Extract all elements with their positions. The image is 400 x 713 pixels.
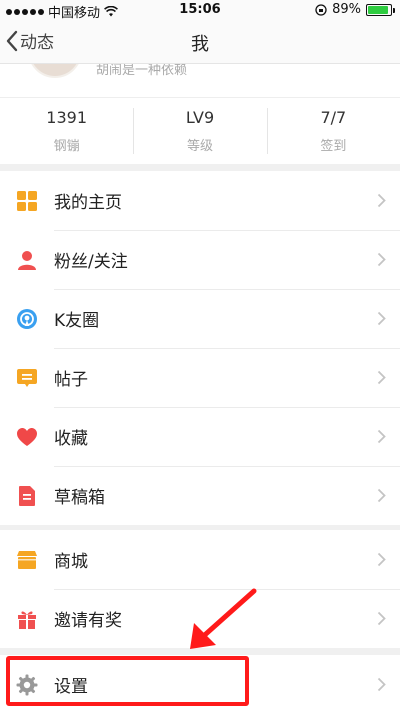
- gift-icon: [18, 611, 36, 629]
- chevron-right-icon: [377, 193, 386, 208]
- profile-signature: 胡闹是一种依赖: [96, 64, 188, 78]
- stat-label: 等级: [186, 139, 213, 154]
- person-icon: [18, 250, 36, 270]
- menu-group-main: 我的主页 粉丝/关注 K友圈 帖子 收藏 草稿箱: [0, 171, 400, 525]
- chevron-right-icon: [377, 429, 386, 444]
- broadcast-icon: [17, 308, 37, 329]
- menu-item-fans-follow[interactable]: 粉丝/关注: [0, 230, 400, 289]
- navigation-bar: 动态 我: [0, 20, 400, 64]
- menu-item-label: 草稿箱: [54, 488, 105, 508]
- profile-header[interactable]: 胡闹是一种依赖: [0, 64, 400, 98]
- stat-checkin[interactable]: 7/7 签到: [266, 98, 400, 164]
- menu-item-label: 商城: [54, 552, 88, 572]
- stat-value: LV9: [185, 108, 215, 127]
- menu-item-posts[interactable]: 帖子: [0, 348, 400, 407]
- menu-item-favorites[interactable]: 收藏: [0, 407, 400, 466]
- stats-bar: 1391 钢镚 LV9 等级 7/7 签到: [0, 98, 400, 164]
- chevron-right-icon: [377, 252, 386, 267]
- arrow-annotation-icon: [190, 588, 257, 649]
- stat-value: 7/7: [320, 108, 347, 127]
- highlight-box-annotation: [6, 656, 249, 706]
- menu-item-label: 帖子: [54, 370, 88, 390]
- chat-bubble-icon: [17, 368, 37, 387]
- chevron-right-icon: [377, 677, 386, 692]
- menu-item-store[interactable]: 商城: [0, 530, 400, 589]
- chevron-right-icon: [377, 311, 386, 326]
- menu-item-label: 粉丝/关注: [54, 252, 128, 272]
- chevron-right-icon: [377, 488, 386, 503]
- menu-item-k-circle[interactable]: K友圈: [0, 289, 400, 348]
- orientation-lock-icon: [315, 3, 327, 16]
- menu-item-drafts[interactable]: 草稿箱: [0, 466, 400, 525]
- menu-item-label: K友圈: [54, 311, 100, 331]
- shop-icon: [17, 550, 37, 569]
- battery-icon: [366, 3, 395, 16]
- avatar[interactable]: [28, 64, 82, 78]
- chevron-right-icon: [377, 552, 386, 567]
- stat-value: 1391: [46, 108, 88, 127]
- grid-icon: [17, 190, 37, 211]
- chevron-right-icon: [377, 370, 386, 385]
- battery-percent: 89%: [332, 2, 361, 17]
- document-icon: [19, 485, 35, 506]
- menu-item-homepage[interactable]: 我的主页: [0, 171, 400, 230]
- heart-icon: [17, 427, 37, 446]
- stat-label: 签到: [320, 139, 347, 154]
- chevron-right-icon: [377, 611, 386, 626]
- status-bar: 中国移动 15:06 89%: [0, 0, 400, 21]
- page-title: 我: [191, 34, 209, 55]
- menu-item-label: 我的主页: [54, 193, 122, 213]
- stat-coins[interactable]: 1391 钢镚: [0, 98, 133, 164]
- stat-level[interactable]: LV9 等级: [133, 98, 266, 164]
- stat-label: 钢镚: [53, 139, 80, 154]
- menu-item-label: 收藏: [54, 429, 88, 449]
